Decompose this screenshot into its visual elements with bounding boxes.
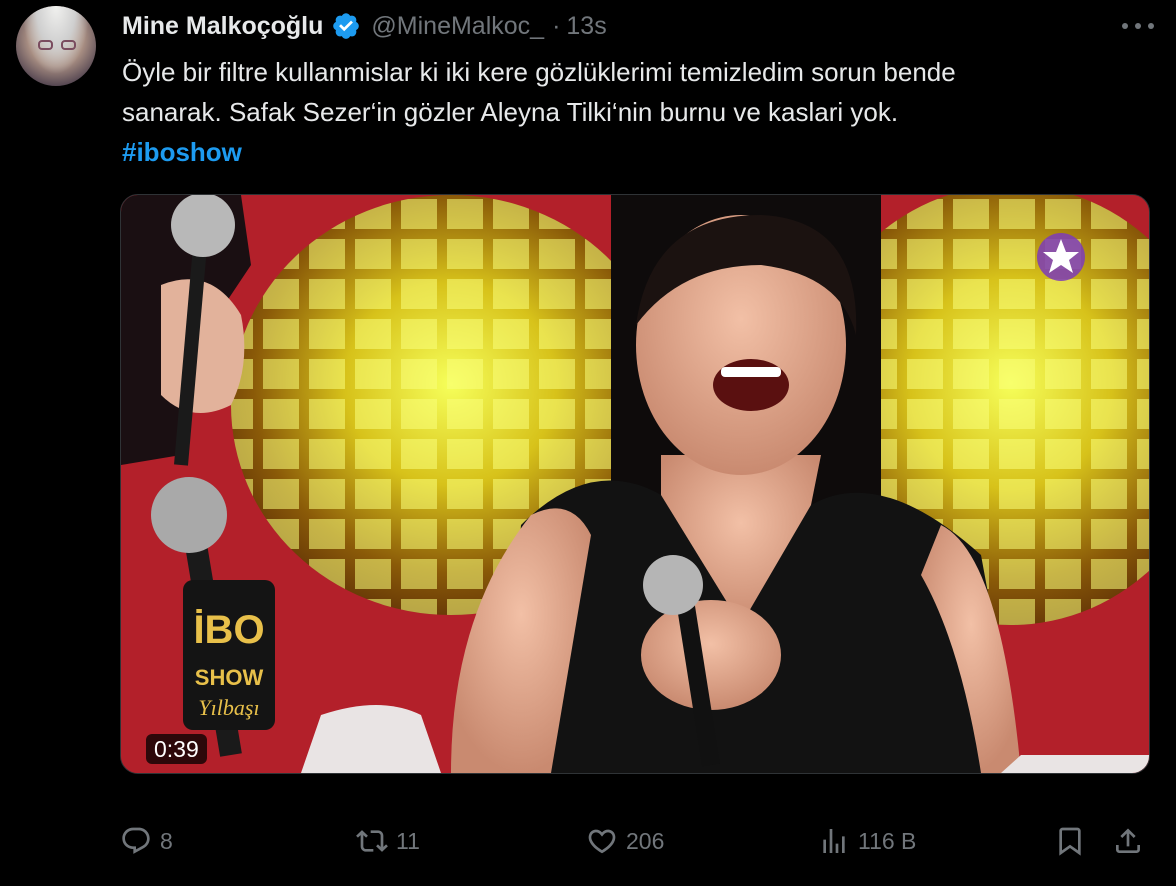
tweet-text-line-2: sanarak. Safak Sezer‘in gözler Aleyna Ti… bbox=[122, 97, 899, 127]
views-count: 116 B bbox=[858, 827, 917, 854]
author-handle[interactable]: @MineMalkoc_ bbox=[371, 12, 544, 41]
retweet-icon bbox=[356, 830, 388, 852]
like-count: 206 bbox=[626, 827, 665, 854]
reply-icon bbox=[122, 827, 150, 854]
views-button[interactable]: 116 B bbox=[818, 818, 916, 864]
tweet-text: Öyle bir filtre kullanmislar ki iki kere… bbox=[122, 52, 1152, 172]
tweet-text-line-1: Öyle bir filtre kullanmislar ki iki kere… bbox=[122, 57, 956, 87]
hashtag-link[interactable]: #iboshow bbox=[122, 132, 1152, 172]
avatar-glasses bbox=[38, 40, 76, 50]
logo-text-ibo: İBO bbox=[193, 608, 264, 652]
video-player[interactable]: İBO SHOW Yılbaşı bbox=[120, 194, 1150, 774]
more-horizontal-icon[interactable] bbox=[1122, 14, 1154, 38]
like-button[interactable]: 206 bbox=[586, 818, 664, 864]
logo-text-show: SHOW bbox=[195, 665, 264, 690]
logo-text-yilbasi: Yılbaşı bbox=[198, 695, 259, 720]
video-duration-badge: 0:39 bbox=[146, 734, 207, 764]
heart-icon bbox=[588, 829, 616, 854]
author-display-name[interactable]: Mine Malkoçoğlu bbox=[122, 12, 323, 41]
verified-badge-icon[interactable] bbox=[331, 11, 361, 41]
tweet-header: Mine Malkoçoğlu @MineMalkoc_ · 13s bbox=[122, 8, 607, 44]
tweet[interactable]: Mine Malkoçoğlu @MineMalkoc_ · 13s Öyle … bbox=[0, 0, 1176, 886]
bookmark-button[interactable] bbox=[1054, 818, 1086, 864]
header-separator: · bbox=[552, 11, 561, 40]
reply-button[interactable]: 8 bbox=[120, 818, 173, 864]
retweet-button[interactable]: 11 bbox=[356, 818, 420, 864]
tweet-timestamp[interactable]: 13s bbox=[566, 12, 606, 41]
share-button[interactable] bbox=[1112, 818, 1144, 864]
share-icon bbox=[1116, 828, 1140, 853]
bookmark-icon bbox=[1059, 827, 1081, 856]
reply-count: 8 bbox=[160, 827, 173, 854]
action-bar: 8 11 206 116 B bbox=[120, 818, 1160, 864]
video-frame: İBO SHOW Yılbaşı bbox=[121, 195, 1149, 773]
views-icon bbox=[823, 829, 845, 853]
avatar[interactable] bbox=[16, 6, 96, 86]
retweet-count: 11 bbox=[396, 827, 420, 854]
